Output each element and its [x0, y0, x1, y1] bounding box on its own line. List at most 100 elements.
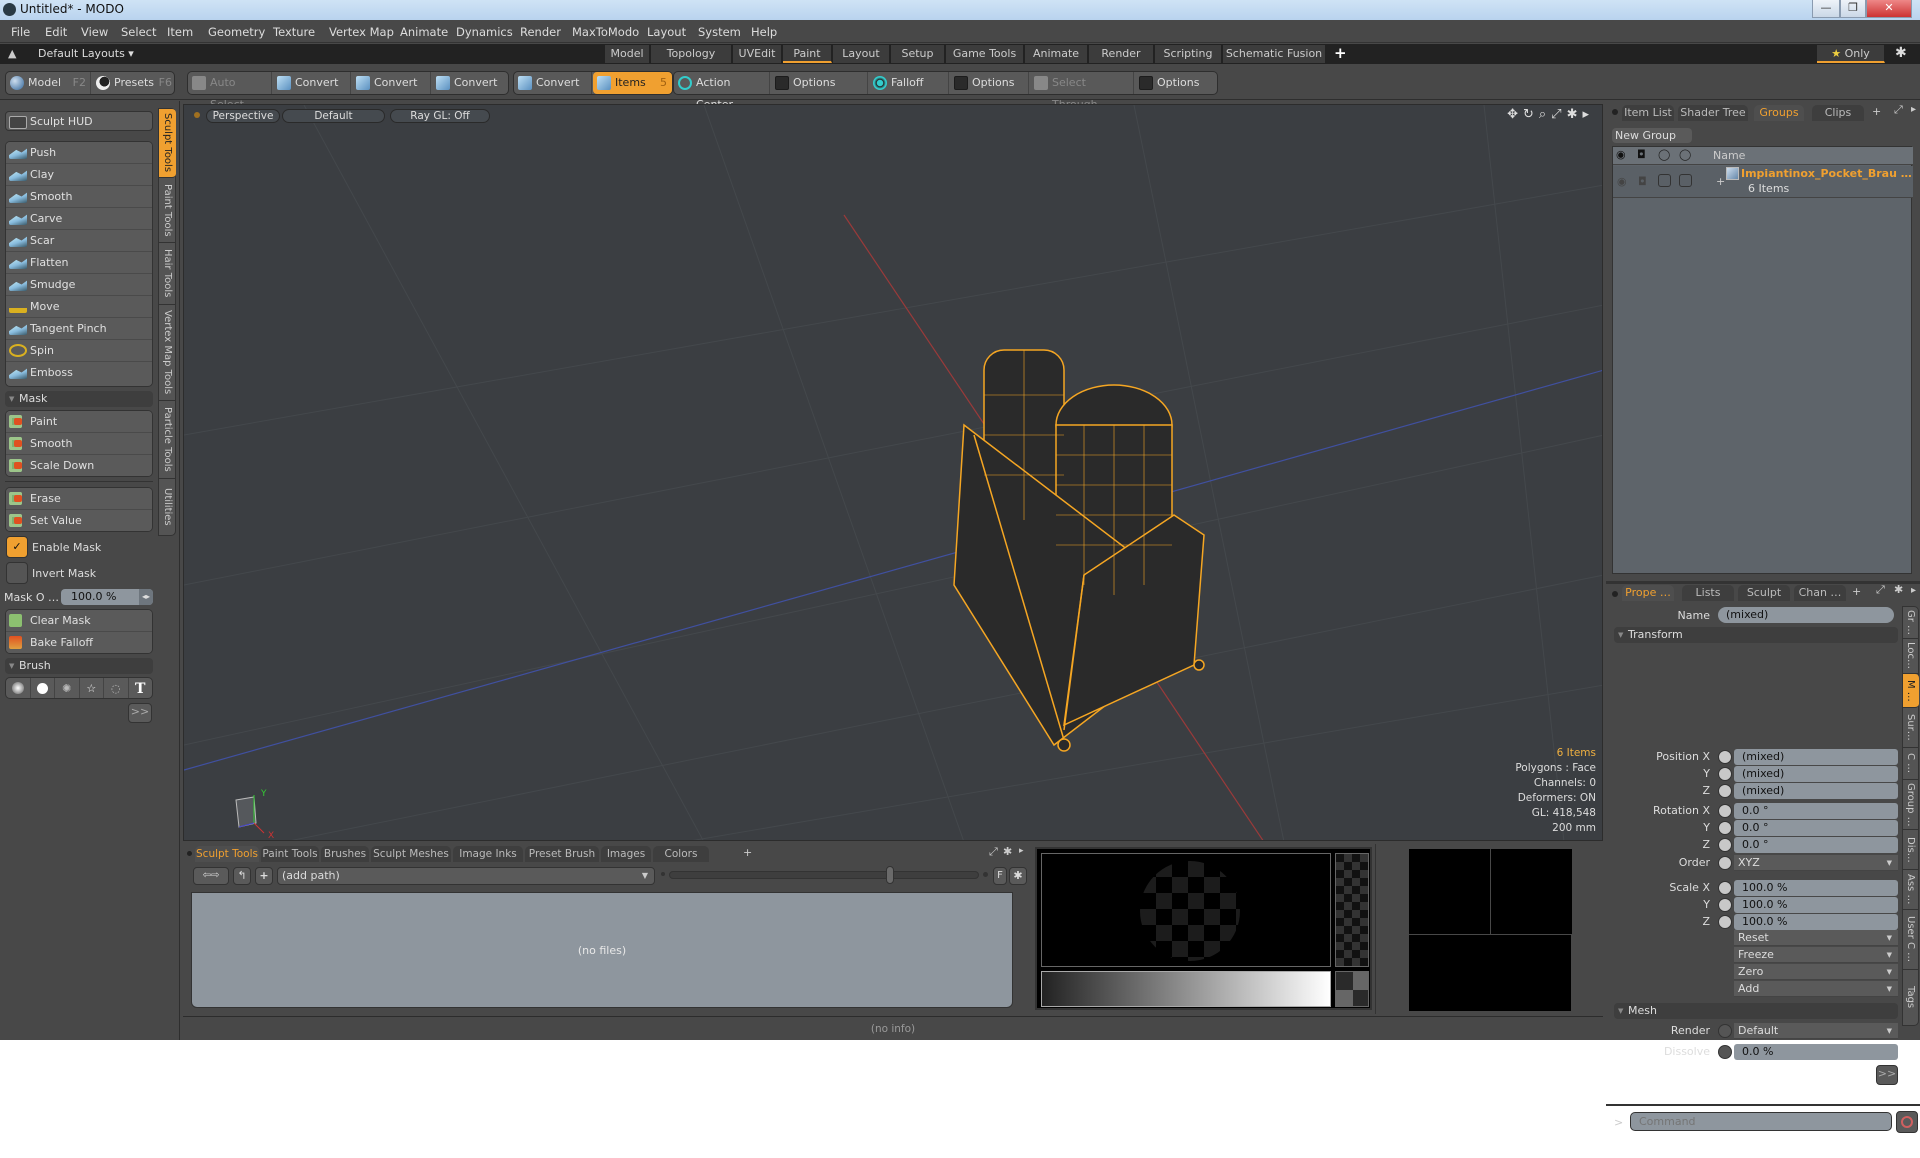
mask-paint-button[interactable]: Paint — [6, 411, 152, 433]
position-x-channel-dot[interactable] — [1718, 750, 1732, 764]
auto-select-button[interactable]: Auto Select — [188, 72, 272, 111]
add-path-button[interactable]: + — [255, 867, 273, 885]
tab-sculpt[interactable]: Sculpt — [1738, 585, 1790, 601]
rotate-icon[interactable]: ↻ — [1523, 107, 1539, 122]
tab-channels[interactable]: Chan … — [1794, 585, 1846, 601]
procedural-brush-button[interactable]: ✺ — [55, 678, 80, 698]
tab-sculpt-tools[interactable]: Sculpt Tools — [195, 846, 259, 862]
arrow-right-icon[interactable]: ▸ — [1911, 585, 1916, 596]
rotation-x-channel-dot[interactable] — [1718, 804, 1732, 818]
tab-lists[interactable]: Lists — [1682, 585, 1734, 601]
path-dropdown[interactable]: (add path) ▼ — [277, 867, 655, 885]
tool-emboss[interactable]: Emboss — [6, 362, 152, 384]
gear-icon[interactable]: ✱ — [1894, 583, 1903, 596]
action-center-button[interactable]: Action Center — [674, 72, 770, 111]
menu-edit[interactable]: Edit — [45, 25, 67, 39]
menu-layout[interactable]: Layout — [647, 25, 686, 39]
position-z-channel-dot[interactable] — [1718, 784, 1732, 798]
record-button[interactable] — [1896, 1111, 1918, 1133]
vtab-loc[interactable]: Loc… — [1903, 639, 1919, 674]
tab-model[interactable]: Model — [605, 45, 650, 63]
zero-dropdown[interactable]: Zero — [1734, 964, 1898, 980]
nav-back-forward[interactable]: ⇦⇨ — [193, 867, 229, 885]
add-tab-button[interactable]: + — [1334, 44, 1347, 62]
view-type-dropdown[interactable]: Perspective — [206, 109, 280, 123]
lock-icon[interactable]: ◯ — [1658, 148, 1670, 161]
falloff-options-button[interactable]: Options — [950, 72, 1029, 94]
tool-clay[interactable]: Clay — [6, 164, 152, 186]
scale-z-channel-dot[interactable] — [1718, 915, 1732, 929]
tab-scripting[interactable]: Scripting — [1155, 45, 1222, 63]
invert-mask-checkbox[interactable] — [6, 562, 28, 584]
tab-paint[interactable]: Paint — [783, 45, 832, 63]
name-column-header[interactable]: Name — [1713, 149, 1745, 162]
scale-y-channel-dot[interactable] — [1718, 898, 1732, 912]
add-tab-button[interactable]: + — [743, 846, 752, 859]
falloff-button[interactable]: Falloff — [869, 72, 949, 94]
tab-properties[interactable]: Prope … — [1622, 585, 1674, 601]
position-y-field[interactable]: (mixed) — [1734, 766, 1898, 782]
vtab-ass[interactable]: Ass … — [1903, 870, 1919, 910]
tab-paint-tools[interactable]: Paint Tools — [261, 846, 319, 862]
vtab-sculpt-tools[interactable]: Sculpt Tools — [159, 109, 176, 178]
add-tab-button[interactable]: + — [1852, 585, 1861, 598]
browser-gear-icon[interactable]: ✱ — [1009, 867, 1027, 885]
maximize-icon[interactable]: ⤢ — [1551, 107, 1566, 122]
vtab-vertex-map-tools[interactable]: Vertex Map Tools — [159, 305, 176, 401]
restore-button[interactable]: ❐ — [1840, 0, 1866, 18]
mask-smooth-button[interactable]: Smooth — [6, 433, 152, 455]
group-row[interactable]: ◉ ◘ + Impiantinox_Pocket_Brau … 6 Items — [1613, 166, 1913, 198]
order-dropdown[interactable]: XYZ — [1734, 855, 1898, 871]
mask-scale-down-button[interactable]: Scale Down — [6, 455, 152, 476]
hard-brush-button[interactable] — [31, 678, 55, 698]
render-dropdown[interactable]: Default — [1734, 1023, 1898, 1039]
menu-geometry[interactable]: Geometry — [208, 25, 265, 39]
menu-vertex-map[interactable]: Vertex Map — [329, 25, 394, 39]
tab-layout[interactable]: Layout — [833, 45, 890, 63]
convert-edges-button[interactable]: Convert — [352, 72, 431, 94]
menu-dynamics[interactable]: Dynamics — [456, 25, 513, 39]
tab-sculpt-meshes[interactable]: Sculpt Meshes — [371, 846, 451, 862]
vtab-utilities[interactable]: Utilities — [159, 479, 176, 535]
soft-brush-button[interactable] — [6, 678, 31, 698]
tab-game-tools[interactable]: Game Tools — [946, 45, 1024, 63]
panel-menu-dot[interactable] — [187, 851, 192, 856]
command-input[interactable] — [1630, 1112, 1892, 1131]
select-through-button[interactable]: Select Through — [1030, 72, 1134, 111]
vtab-gr[interactable]: Gr … — [1903, 607, 1919, 639]
tab-clips[interactable]: Clips — [1812, 105, 1864, 121]
vtab-hair-tools[interactable]: Hair Tools — [159, 243, 176, 305]
menu-texture[interactable]: Texture — [273, 25, 315, 39]
dissolve-channel-dot[interactable] — [1718, 1045, 1732, 1059]
select-toggle[interactable] — [1679, 174, 1692, 187]
scale-x-channel-dot[interactable] — [1718, 881, 1732, 895]
gear-icon[interactable]: ✱ — [1895, 45, 1907, 61]
clear-mask-button[interactable]: Clear Mask — [6, 610, 152, 632]
select-through-options-button[interactable]: Options — [1135, 72, 1217, 94]
star-brush-button[interactable]: ☆ — [80, 678, 104, 698]
mask-opacity-field[interactable]: 100.0 % ◂▸ — [61, 589, 153, 605]
tool-tangent-pinch[interactable]: Tangent Pinch — [6, 318, 152, 340]
scale-z-field[interactable]: 100.0 % — [1734, 914, 1898, 930]
minimize-button[interactable]: — — [1812, 0, 1840, 18]
tab-brushes[interactable]: Brushes — [321, 846, 369, 862]
tab-preset-brush[interactable]: Preset Brush — [525, 846, 599, 862]
rotation-x-field[interactable]: 0.0 ° — [1734, 803, 1898, 819]
tab-topology[interactable]: Topology — [651, 45, 732, 63]
select-icon[interactable]: ◯ — [1679, 148, 1691, 161]
tab-images[interactable]: Images — [601, 846, 651, 862]
mesh-section-header[interactable]: Mesh — [1614, 1003, 1898, 1019]
render-channel-dot[interactable] — [1718, 1024, 1732, 1038]
tool-flatten[interactable]: Flatten — [6, 252, 152, 274]
filter-button[interactable]: F — [993, 867, 1007, 885]
close-button[interactable]: ✕ — [1866, 0, 1912, 18]
tool-push[interactable]: Push — [6, 142, 152, 164]
brush-section-header[interactable]: Brush — [5, 658, 153, 674]
mask-section-header[interactable]: Mask — [5, 391, 153, 407]
more-button[interactable]: >> — [1876, 1065, 1898, 1085]
new-group-button[interactable]: New Group — [1612, 128, 1692, 143]
tool-carve[interactable]: Carve — [6, 208, 152, 230]
menu-system[interactable]: System — [698, 25, 741, 39]
enable-mask-checkbox[interactable]: ✓ — [6, 536, 28, 558]
model-button[interactable]: Model F2 — [6, 72, 91, 94]
